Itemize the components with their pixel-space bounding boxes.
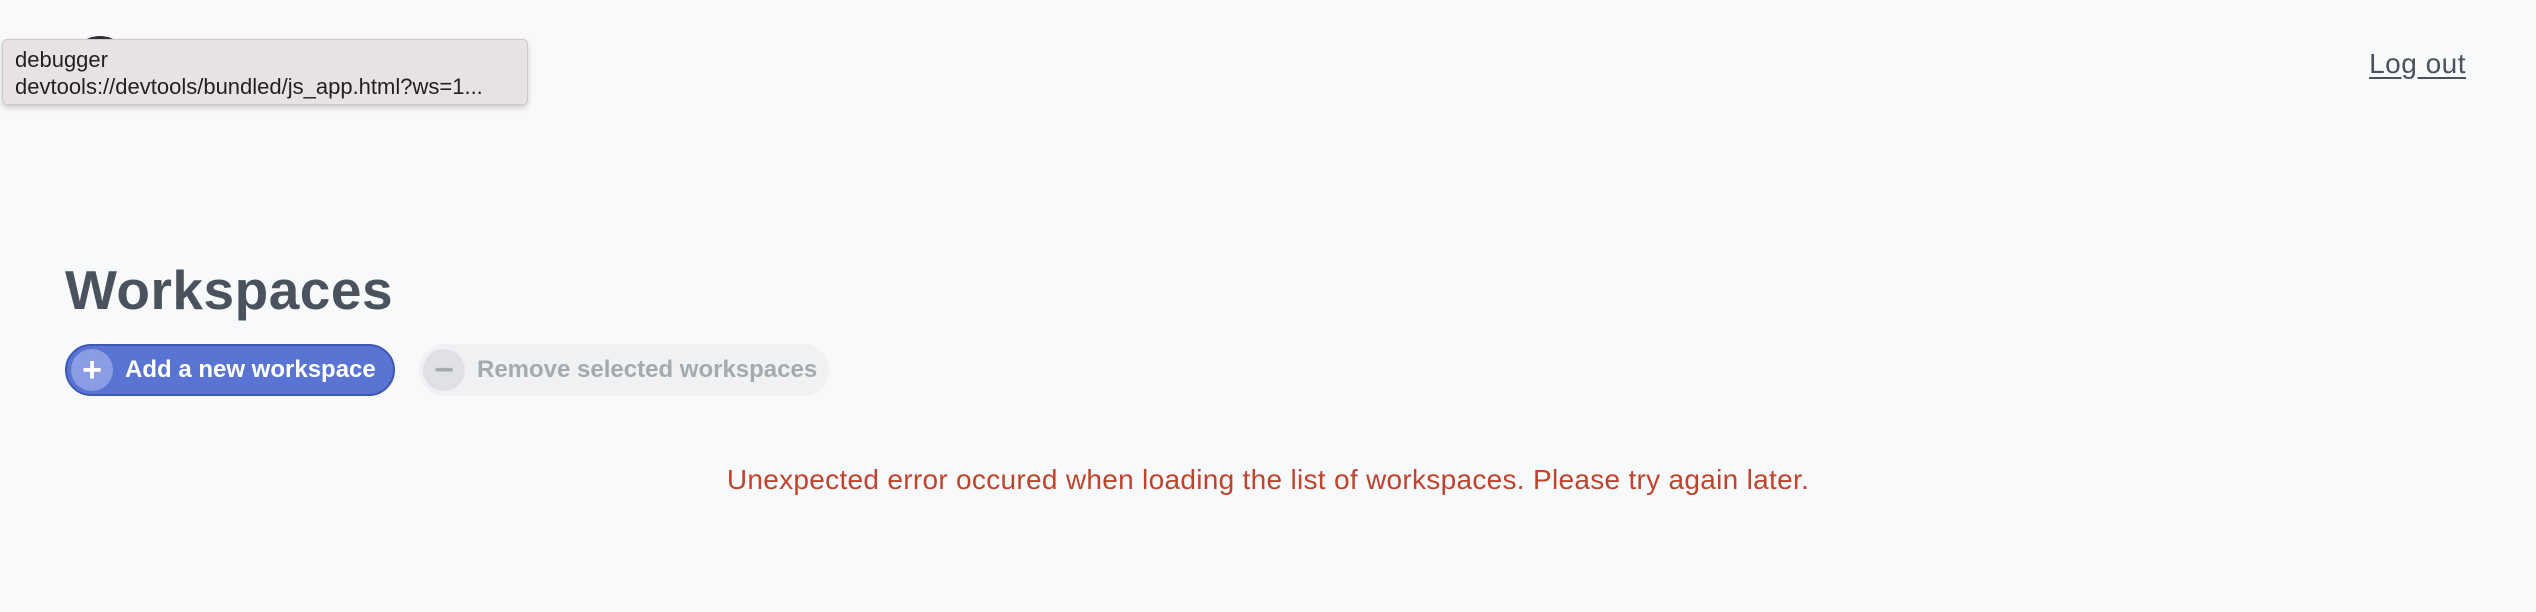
tooltip: debugger devtools://devtools/bundled/js_… bbox=[2, 39, 528, 105]
add-workspace-button[interactable]: + Add a new workspace bbox=[65, 344, 395, 396]
tooltip-title: debugger bbox=[15, 47, 108, 72]
page-title: Workspaces bbox=[65, 259, 394, 321]
add-workspace-label: Add a new workspace bbox=[125, 356, 376, 383]
workspace-toolbar: + Add a new workspace − Remove selected … bbox=[65, 344, 829, 396]
error-message: Unexpected error occured when loading th… bbox=[726, 464, 1810, 495]
tooltip-url: devtools://devtools/bundled/js_app.html?… bbox=[15, 74, 483, 99]
plus-icon: + bbox=[71, 349, 113, 391]
minus-icon: − bbox=[423, 349, 465, 391]
remove-workspaces-button[interactable]: − Remove selected workspaces bbox=[419, 344, 829, 396]
logout-link[interactable]: Log out bbox=[2369, 48, 2466, 80]
remove-workspaces-label: Remove selected workspaces bbox=[477, 356, 818, 383]
